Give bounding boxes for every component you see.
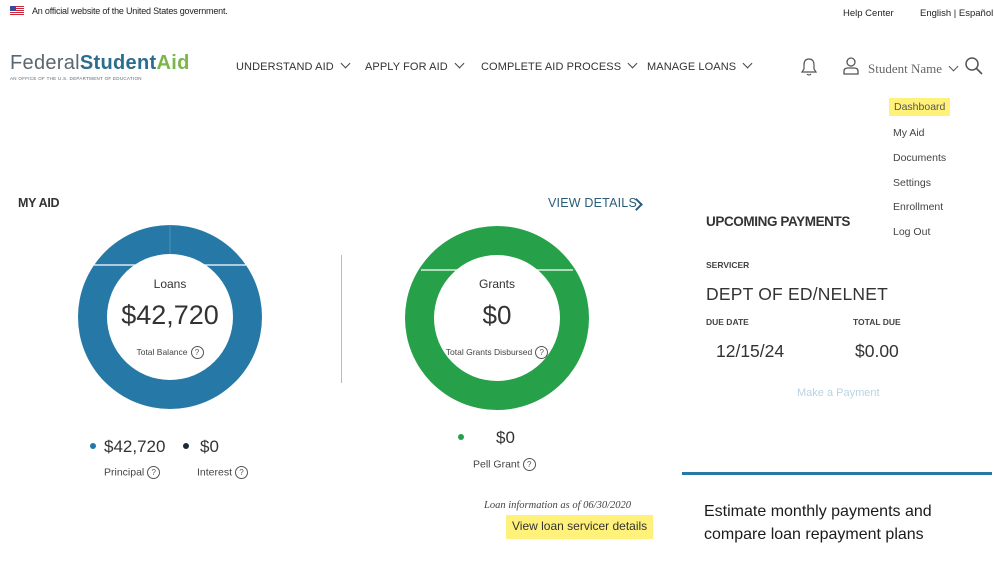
total-grants-text: Total Grants Disbursed xyxy=(445,346,533,357)
principal-label: Principal? xyxy=(104,466,161,479)
bell-icon[interactable] xyxy=(800,57,818,77)
nav-label: MANAGE LOANS xyxy=(647,61,737,73)
help-circle-icon[interactable]: ? xyxy=(235,466,249,479)
grants-total-value: $0 xyxy=(482,300,512,330)
logo-wordmark: FederalStudentAid xyxy=(10,52,190,75)
gov-banner-text: An official website of the United States… xyxy=(32,6,228,16)
menu-item-my-aid[interactable]: My Aid xyxy=(893,127,925,139)
principal-text: Principal xyxy=(104,466,145,479)
logo-student: Student xyxy=(79,52,157,74)
estimate-payments-link[interactable]: Estimate monthly payments and compare lo… xyxy=(704,500,944,546)
logo-subtitle: An office of the U.S. Department of Educ… xyxy=(10,76,142,81)
search-icon[interactable] xyxy=(964,56,984,76)
total-balance-label: Total Balance? xyxy=(110,346,230,359)
nav-complete-aid-process[interactable]: COMPLETE AID PROCESS xyxy=(481,58,638,73)
interest-text: Interest xyxy=(197,466,233,479)
help-circle-icon[interactable]: ? xyxy=(190,346,204,359)
menu-item-enrollment[interactable]: Enrollment xyxy=(893,201,943,213)
due-date-value: 12/15/24 xyxy=(716,341,785,361)
gov-banner: An official website of the United States… xyxy=(0,0,994,30)
chevron-down-icon xyxy=(742,58,753,69)
nav-manage-loans[interactable]: MANAGE LOANS xyxy=(647,58,753,73)
help-center-link[interactable]: Help Center xyxy=(843,8,894,19)
section-rule xyxy=(682,472,992,475)
principal-legend-dot xyxy=(90,443,96,449)
nav-apply-for-aid[interactable]: APPLY FOR AID xyxy=(365,58,465,73)
help-circle-icon[interactable]: ? xyxy=(147,466,161,479)
total-grants-disbursed-label: Total Grants Disbursed? xyxy=(430,346,564,359)
nav-label: APPLY FOR AID xyxy=(365,61,448,73)
chevron-down-icon[interactable] xyxy=(948,61,959,72)
view-details-link[interactable]: VIEW DETAILS xyxy=(548,196,637,210)
pell-grant-text: Pell Grant xyxy=(473,458,520,471)
us-flag-icon xyxy=(10,6,24,15)
due-date-label: DUE DATE xyxy=(706,317,749,327)
menu-item-dashboard[interactable]: Dashboard xyxy=(889,98,951,116)
logo-aid: Aid xyxy=(156,52,190,74)
total-balance-text: Total Balance xyxy=(136,346,188,357)
menu-item-documents[interactable]: Documents xyxy=(893,152,946,164)
logo-federal: Federal xyxy=(10,52,80,74)
pell-grant-amount: $0 xyxy=(496,428,515,447)
total-due-label: TOTAL DUE xyxy=(853,317,901,327)
pell-grant-label: Pell Grant? xyxy=(473,458,536,471)
interest-legend-dot xyxy=(183,443,189,449)
loans-label: Loans xyxy=(153,277,187,291)
interest-amount: $0 xyxy=(200,437,219,456)
grants-label: Grants xyxy=(478,277,515,291)
loan-info-date: Loan information as of 06/30/2020 xyxy=(484,500,632,511)
my-aid-heading: MY AID xyxy=(18,196,60,210)
servicer-label: SERVICER xyxy=(706,260,750,270)
total-due-value: $0.00 xyxy=(855,341,899,361)
principal-amount: $42,720 xyxy=(104,437,166,456)
chevron-down-icon xyxy=(627,58,638,69)
servicer-value: DEPT OF ED/NELNET xyxy=(706,284,888,304)
pell-grant-legend-dot xyxy=(458,434,464,440)
chevron-down-icon xyxy=(454,58,465,69)
view-loan-servicer-details-link[interactable]: View loan servicer details xyxy=(506,515,654,539)
chevron-down-icon xyxy=(340,58,351,69)
vertical-divider xyxy=(341,255,342,383)
user-icon[interactable] xyxy=(842,56,860,76)
menu-item-settings[interactable]: Settings xyxy=(893,177,931,189)
loans-total-value: $42,720 xyxy=(121,300,219,330)
language-toggle[interactable]: English | Español xyxy=(920,8,993,19)
interest-label: Interest? xyxy=(197,466,249,479)
make-payment-button[interactable]: Make a Payment xyxy=(797,387,880,399)
help-circle-icon[interactable]: ? xyxy=(535,346,549,359)
help-circle-icon[interactable]: ? xyxy=(522,458,536,471)
federal-student-aid-logo[interactable]: FederalStudentAid An office of the U.S. … xyxy=(10,52,190,81)
upcoming-payments-heading: UPCOMING PAYMENTS xyxy=(706,214,850,229)
menu-item-log-out[interactable]: Log Out xyxy=(893,226,930,238)
user-name-menu[interactable]: Student Name xyxy=(868,61,942,77)
nav-label: UNDERSTAND AID xyxy=(236,61,334,73)
nav-understand-aid[interactable]: UNDERSTAND AID xyxy=(236,58,351,73)
nav-label: COMPLETE AID PROCESS xyxy=(481,61,622,73)
